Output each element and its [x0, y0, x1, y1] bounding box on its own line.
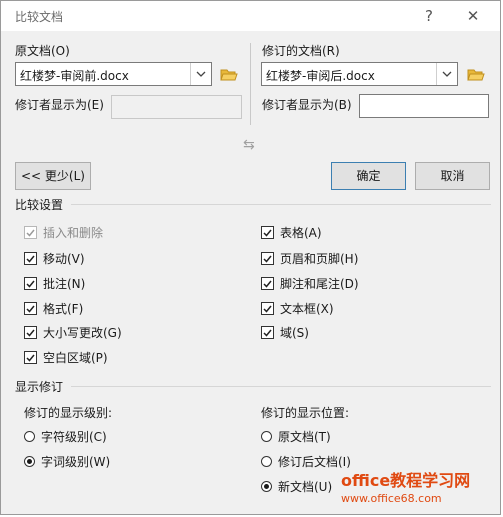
watermark-url: www.office68.com — [341, 492, 442, 505]
radio-circle — [261, 481, 272, 492]
checkbox-label: 脚注和尾注(D) — [280, 277, 359, 291]
checkbox-box — [24, 326, 37, 339]
cancel-button[interactable]: 取消 — [415, 162, 490, 190]
less-button[interactable]: << 更少(L) — [15, 162, 91, 190]
checkbox-box — [24, 277, 37, 290]
radio-word-level[interactable]: 字词级别(W) — [24, 453, 110, 470]
revised-document-label: 修订的文档(R) — [262, 44, 340, 58]
radio-label: 修订后文档(I) — [278, 455, 351, 469]
original-document-value: 红楼梦-审阅前.docx — [20, 69, 129, 83]
checkbox-box — [261, 226, 274, 239]
checkbox-label: 表格(A) — [280, 226, 322, 240]
checkbox-fields[interactable]: 域(S) — [261, 324, 309, 341]
original-document-select[interactable]: 红楼梦-审阅前.docx — [15, 62, 212, 86]
checkbox-comments[interactable]: 批注(N) — [24, 275, 85, 292]
checkbox-label: 移动(V) — [43, 252, 85, 266]
compare-settings-title: 比较设置 — [15, 198, 64, 212]
checkbox-label: 插入和删除 — [43, 226, 104, 240]
radio-circle — [24, 456, 35, 467]
checkbox-box — [261, 326, 274, 339]
radio-revised-document[interactable]: 修订后文档(I) — [261, 453, 351, 470]
radio-new-document[interactable]: 新文档(U) — [261, 478, 332, 495]
watermark-text: office教程学习网 — [341, 471, 471, 490]
radio-dot — [27, 459, 32, 464]
checkbox-label: 文本框(X) — [280, 302, 334, 316]
group-divider — [71, 386, 491, 387]
radio-dot — [264, 484, 269, 489]
show-changes-position-label: 修订的显示位置: — [261, 406, 350, 420]
checkbox-label: 域(S) — [280, 326, 309, 340]
checkbox-box — [261, 277, 274, 290]
checkbox-box — [24, 351, 37, 364]
checkbox-box — [24, 226, 37, 239]
checkbox-headers-footers[interactable]: 页眉和页脚(H) — [261, 250, 358, 267]
checkbox-footnotes-endnotes[interactable]: 脚注和尾注(D) — [261, 275, 359, 292]
revised-reviewer-label: 修订者显示为(B) — [262, 98, 352, 112]
checkbox-case-changes[interactable]: 大小写更改(G) — [24, 324, 122, 341]
revised-document-select[interactable]: 红楼梦-审阅后.docx — [261, 62, 458, 86]
checkbox-label: 格式(F) — [43, 302, 84, 316]
show-changes-title: 显示修订 — [15, 380, 64, 394]
checkbox-formatting[interactable]: 格式(F) — [24, 300, 83, 317]
original-document-label: 原文档(O) — [15, 44, 70, 58]
swap-documents-icon[interactable]: ⇆ — [243, 137, 255, 153]
original-reviewer-label: 修订者显示为(E) — [15, 98, 104, 112]
radio-circle — [24, 431, 35, 442]
original-reviewer-field[interactable] — [111, 95, 242, 119]
checkbox-tables[interactable]: 表格(A) — [261, 224, 322, 241]
compare-documents-dialog: 比较文档 ? ✕ 原文档(O) 红楼梦-审阅前.docx 修订者显示为(E) 修… — [0, 0, 501, 515]
open-folder-icon[interactable] — [467, 67, 485, 81]
revised-document-value: 红楼梦-审阅后.docx — [266, 69, 375, 83]
ok-button[interactable]: 确定 — [331, 162, 406, 190]
radio-character-level[interactable]: 字符级别(C) — [24, 428, 107, 445]
radio-label: 新文档(U) — [278, 480, 333, 494]
checkbox-moves[interactable]: 移动(V) — [24, 250, 85, 267]
show-changes-level-label: 修订的显示级别: — [24, 406, 113, 420]
checkbox-insertions-deletions[interactable]: 插入和删除 — [24, 224, 103, 241]
checkbox-box — [261, 302, 274, 315]
radio-label: 字词级别(W) — [41, 455, 111, 469]
radio-circle — [261, 456, 272, 467]
checkbox-text-boxes[interactable]: 文本框(X) — [261, 300, 334, 317]
checkbox-label: 批注(N) — [43, 277, 86, 291]
chevron-down-icon[interactable] — [436, 63, 457, 85]
radio-label: 字符级别(C) — [41, 430, 107, 444]
dialog-title: 比较文档 — [15, 10, 64, 24]
help-button[interactable]: ? — [419, 6, 439, 26]
group-divider — [71, 204, 491, 205]
chevron-down-icon[interactable] — [190, 63, 211, 85]
checkbox-label: 大小写更改(G) — [43, 326, 122, 340]
checkbox-label: 空白区域(P) — [43, 351, 108, 365]
close-button[interactable]: ✕ — [463, 6, 483, 26]
checkbox-label: 页眉和页脚(H) — [280, 252, 359, 266]
checkbox-box — [24, 302, 37, 315]
vertical-divider — [250, 43, 251, 125]
radio-original-document[interactable]: 原文档(T) — [261, 428, 331, 445]
checkbox-box — [24, 252, 37, 265]
radio-circle — [261, 431, 272, 442]
watermark: office教程学习网 www.office68.com — [341, 467, 470, 505]
radio-label: 原文档(T) — [278, 430, 331, 444]
open-folder-icon[interactable] — [220, 67, 238, 81]
title-bar: 比较文档 ? ✕ — [1, 1, 500, 31]
revised-reviewer-field[interactable] — [359, 94, 489, 118]
checkbox-white-space[interactable]: 空白区域(P) — [24, 349, 108, 366]
checkbox-box — [261, 252, 274, 265]
